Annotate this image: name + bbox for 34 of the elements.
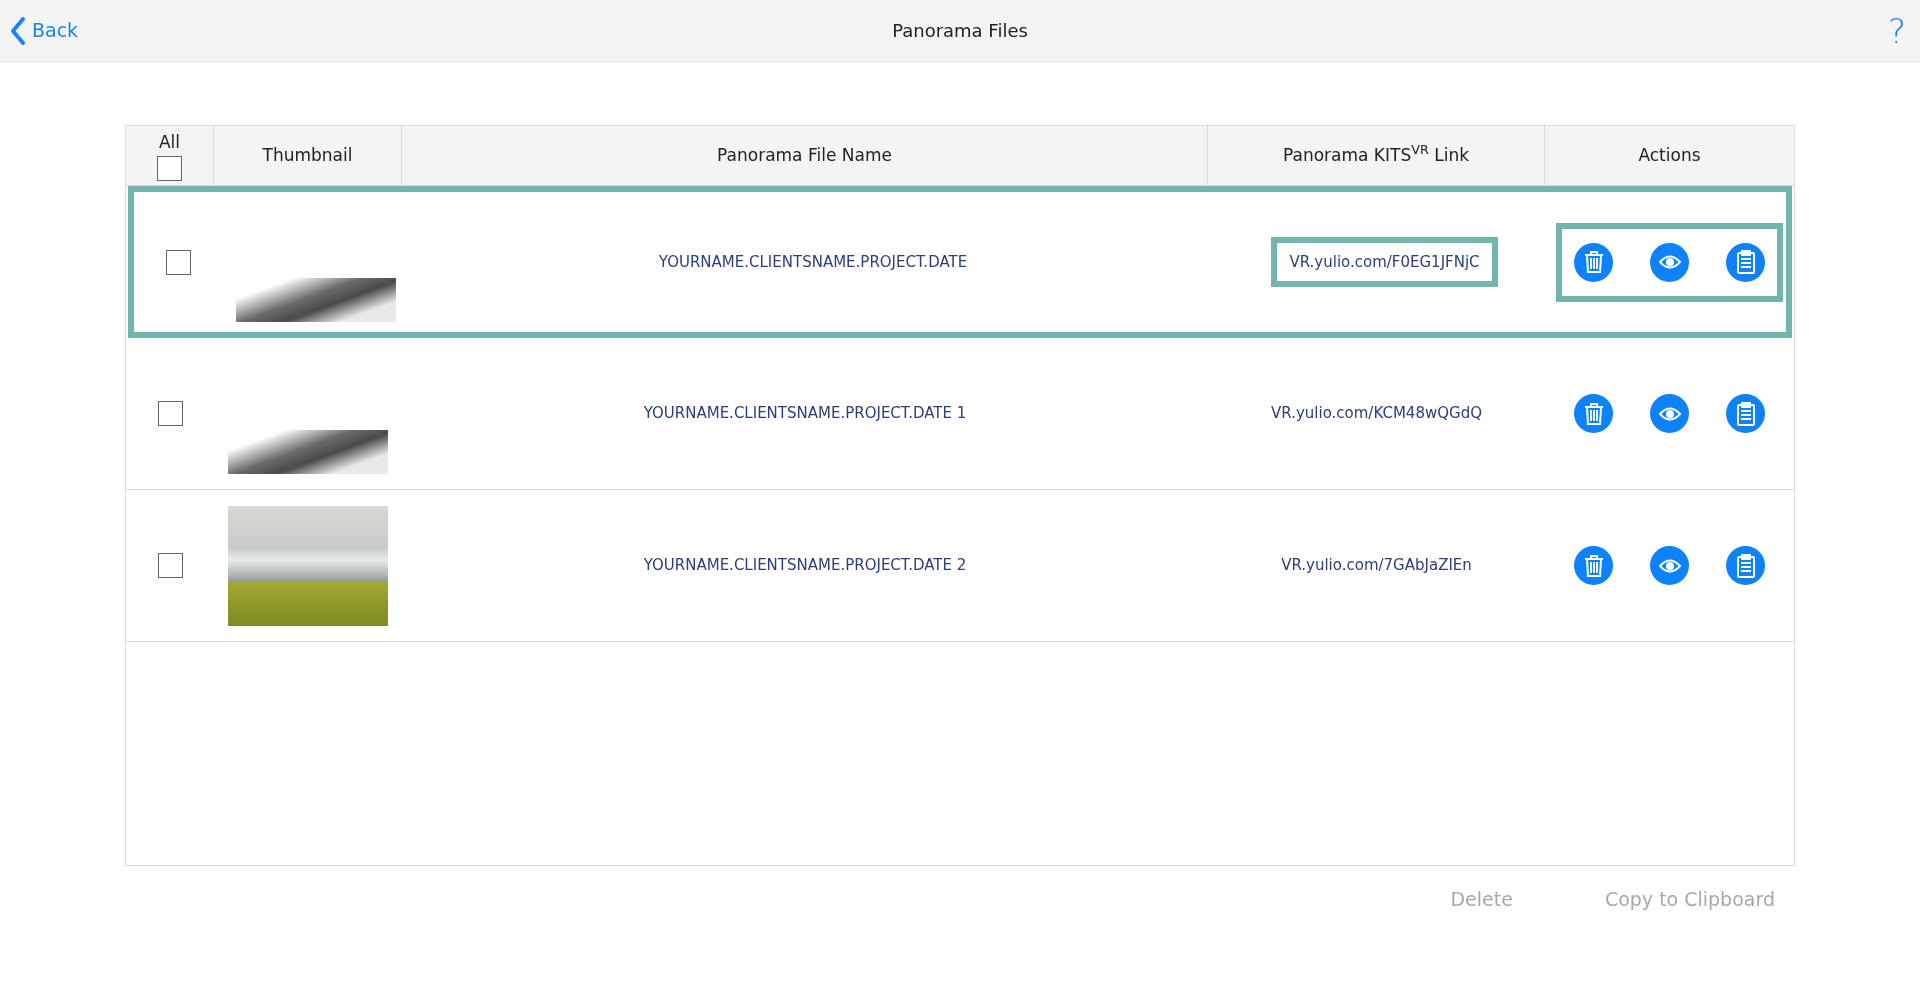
clipboard-button[interactable] (1726, 242, 1765, 282)
delete-button[interactable] (1574, 394, 1613, 433)
view-button[interactable] (1650, 394, 1689, 433)
trash-icon (1582, 553, 1605, 578)
panorama-link[interactable]: VR.yulio.com/F0EG1JFNjC (1271, 236, 1498, 288)
view-button[interactable] (1650, 242, 1689, 282)
clipboard-button[interactable] (1726, 546, 1765, 585)
clipboard-icon (1734, 401, 1757, 426)
file-name: YOURNAME.CLIENTSNAME.PROJECT.DATE 1 (643, 403, 967, 425)
delete-button[interactable] (1574, 546, 1613, 585)
delete-button[interactable] (1574, 242, 1613, 282)
file-name: YOURNAME.CLIENTSNAME.PROJECT.DATE 2 (643, 555, 967, 577)
help-button[interactable]: ? (1873, 13, 1920, 48)
row-checkbox[interactable] (157, 553, 183, 578)
chevron-left-icon (10, 16, 26, 45)
column-header: Panorama KITS$^{VR}$ Link (1283, 142, 1469, 167)
clipboard-icon (1734, 250, 1757, 274)
select-all-checkbox[interactable] (157, 155, 182, 181)
clipboard-button[interactable] (1726, 394, 1765, 433)
column-header: All (158, 131, 181, 155)
row-checkbox[interactable] (165, 249, 191, 275)
column-header: Thumbnail (262, 143, 353, 167)
column-header: Panorama File Name (717, 143, 892, 167)
view-button[interactable] (1650, 546, 1689, 585)
row-checkbox[interactable] (157, 401, 183, 426)
back-button[interactable]: Back (0, 16, 89, 45)
trash-icon (1582, 401, 1605, 426)
page-title: Panorama Files (892, 19, 1028, 43)
trash-icon (1582, 250, 1605, 274)
column-header: Actions (1638, 143, 1701, 167)
file-name: YOURNAME.CLIENTSNAME.PROJECT.DATE (658, 251, 968, 273)
panorama-link[interactable]: VR.yulio.com/KCM48wQGdQ (1253, 388, 1500, 439)
panorama-link[interactable]: VR.yulio.com/7GAbJaZIEn (1263, 540, 1490, 591)
clipboard-icon (1734, 553, 1757, 578)
